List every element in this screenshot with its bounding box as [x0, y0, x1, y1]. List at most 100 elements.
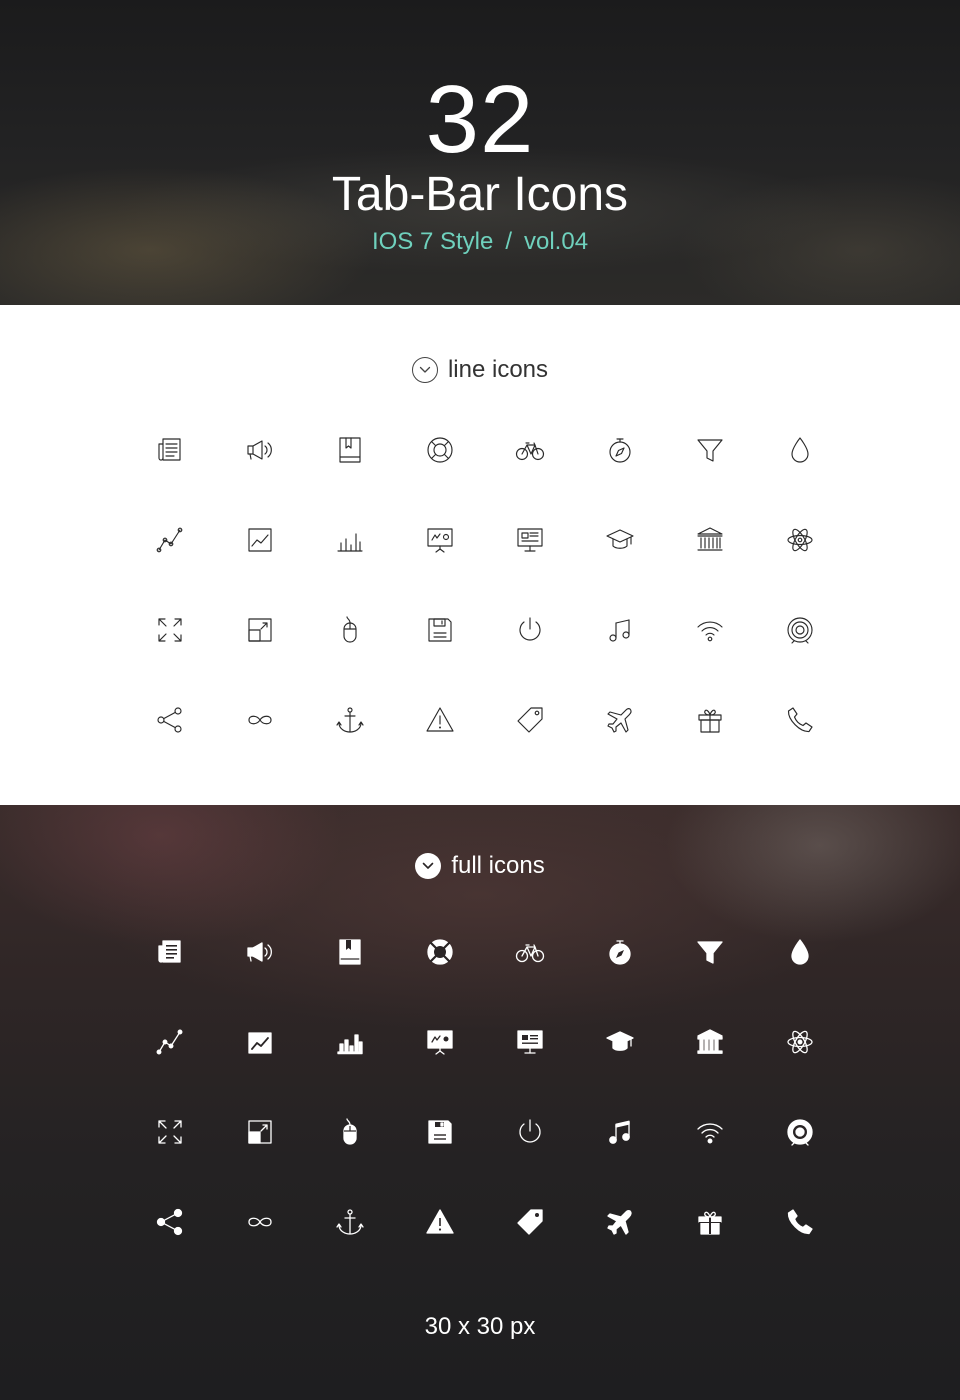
gift-icon — [698, 1211, 722, 1235]
full-icons-section: full icons 30 x 30 px — [0, 805, 960, 1400]
drop-icon — [791, 939, 809, 965]
gift-icon — [698, 709, 722, 733]
resize-icon — [248, 618, 272, 642]
newspaper-icon — [125, 405, 215, 495]
lifebuoy-icon — [427, 939, 453, 965]
lifebuoy-icon — [395, 907, 485, 997]
mouse-icon — [343, 616, 357, 643]
area-chart-icon — [248, 528, 272, 552]
lifebuoy-icon — [427, 437, 453, 463]
music-note-icon — [609, 1120, 630, 1144]
presentation-chart-icon — [427, 528, 453, 553]
icon-size-label: 30 x 30 px — [424, 1313, 536, 1340]
anchor-icon — [336, 707, 364, 733]
drop-icon — [755, 405, 845, 495]
funnel-icon — [665, 405, 755, 495]
bar-chart-icon — [337, 1034, 363, 1055]
music-note-icon — [575, 585, 665, 675]
drop-icon — [791, 437, 809, 463]
book-icon — [305, 405, 395, 495]
resize-icon — [215, 1087, 305, 1177]
megaphone-icon — [215, 907, 305, 997]
gift-icon — [665, 1177, 755, 1267]
airplane-icon — [607, 708, 632, 733]
bicycle-icon — [485, 405, 575, 495]
infinity-icon — [215, 1177, 305, 1267]
phone-icon — [787, 707, 813, 733]
atom-icon — [755, 495, 845, 585]
tag-icon — [485, 1177, 575, 1267]
chevron-down-icon[interactable] — [411, 357, 438, 383]
lifebuoy-icon — [395, 405, 485, 495]
chevron-down-icon[interactable] — [415, 853, 442, 879]
drop-icon — [755, 907, 845, 997]
power-icon — [485, 585, 575, 675]
newspaper-icon — [125, 907, 215, 997]
funnel-icon — [697, 941, 723, 964]
target-icon — [755, 1087, 845, 1177]
anchor-icon — [305, 1177, 395, 1267]
anchor-icon — [336, 1209, 364, 1235]
presentation-chart-icon — [427, 1030, 453, 1055]
expand-icon — [158, 618, 182, 642]
infinity-icon — [248, 1217, 272, 1227]
bicycle-icon — [515, 442, 545, 461]
section-label: line icons — [447, 356, 549, 383]
line-chart-icon — [125, 495, 215, 585]
line-chart-icon — [156, 527, 183, 553]
atom-icon — [787, 1030, 813, 1054]
share-icon — [125, 1177, 215, 1267]
resize-icon — [248, 1120, 272, 1144]
line-chart-icon — [125, 997, 215, 1087]
presentation-chart-icon — [395, 495, 485, 585]
presentation-board-icon — [517, 1030, 543, 1054]
tag-icon — [485, 675, 575, 765]
floppy-disk-icon — [428, 618, 452, 642]
newspaper-icon — [158, 940, 181, 963]
area-chart-icon — [248, 1032, 272, 1054]
area-chart-icon — [215, 997, 305, 1087]
graduation-cap-icon — [606, 529, 634, 549]
newspaper-icon — [158, 438, 181, 461]
share-icon — [125, 675, 215, 765]
line-icons-section: line icons — [0, 305, 960, 805]
icon-count: 32 — [425, 66, 535, 173]
bank-icon — [697, 1029, 723, 1054]
graduation-cap-icon — [575, 997, 665, 1087]
mouse-icon — [305, 585, 395, 675]
share-icon — [157, 707, 182, 733]
phone-icon — [755, 1177, 845, 1267]
line-icons-header[interactable]: line icons — [0, 355, 960, 385]
funnel-icon — [665, 907, 755, 997]
bar-chart-icon — [337, 533, 363, 552]
phone-icon — [755, 675, 845, 765]
compass-icon — [575, 907, 665, 997]
infinity-icon — [248, 715, 272, 725]
wifi-icon — [665, 1087, 755, 1177]
tag-icon — [517, 707, 543, 733]
compass-icon — [609, 940, 631, 965]
tag-icon — [517, 1209, 543, 1235]
target-icon — [755, 585, 845, 675]
wifi-icon — [665, 585, 755, 675]
full-icons-header[interactable]: full icons — [0, 851, 960, 881]
funnel-icon — [697, 439, 723, 462]
presentation-chart-icon — [395, 997, 485, 1087]
page-title: Tab-Bar Icons — [331, 168, 629, 221]
target-icon — [787, 617, 813, 644]
book-icon — [305, 907, 395, 997]
area-chart-icon — [215, 495, 305, 585]
compass-icon — [575, 405, 665, 495]
bank-icon — [697, 527, 723, 551]
expand-icon — [125, 1087, 215, 1177]
subtitle-separator: / — [505, 228, 512, 255]
share-icon — [156, 1208, 183, 1236]
wifi-icon — [697, 621, 723, 642]
warning-icon — [395, 675, 485, 765]
phone-icon — [787, 1209, 813, 1235]
airplane-icon — [607, 1209, 632, 1235]
book-icon — [339, 437, 361, 463]
graduation-cap-icon — [606, 1031, 634, 1051]
subtitle-volume: vol.04 — [524, 228, 589, 255]
megaphone-icon — [247, 942, 272, 962]
